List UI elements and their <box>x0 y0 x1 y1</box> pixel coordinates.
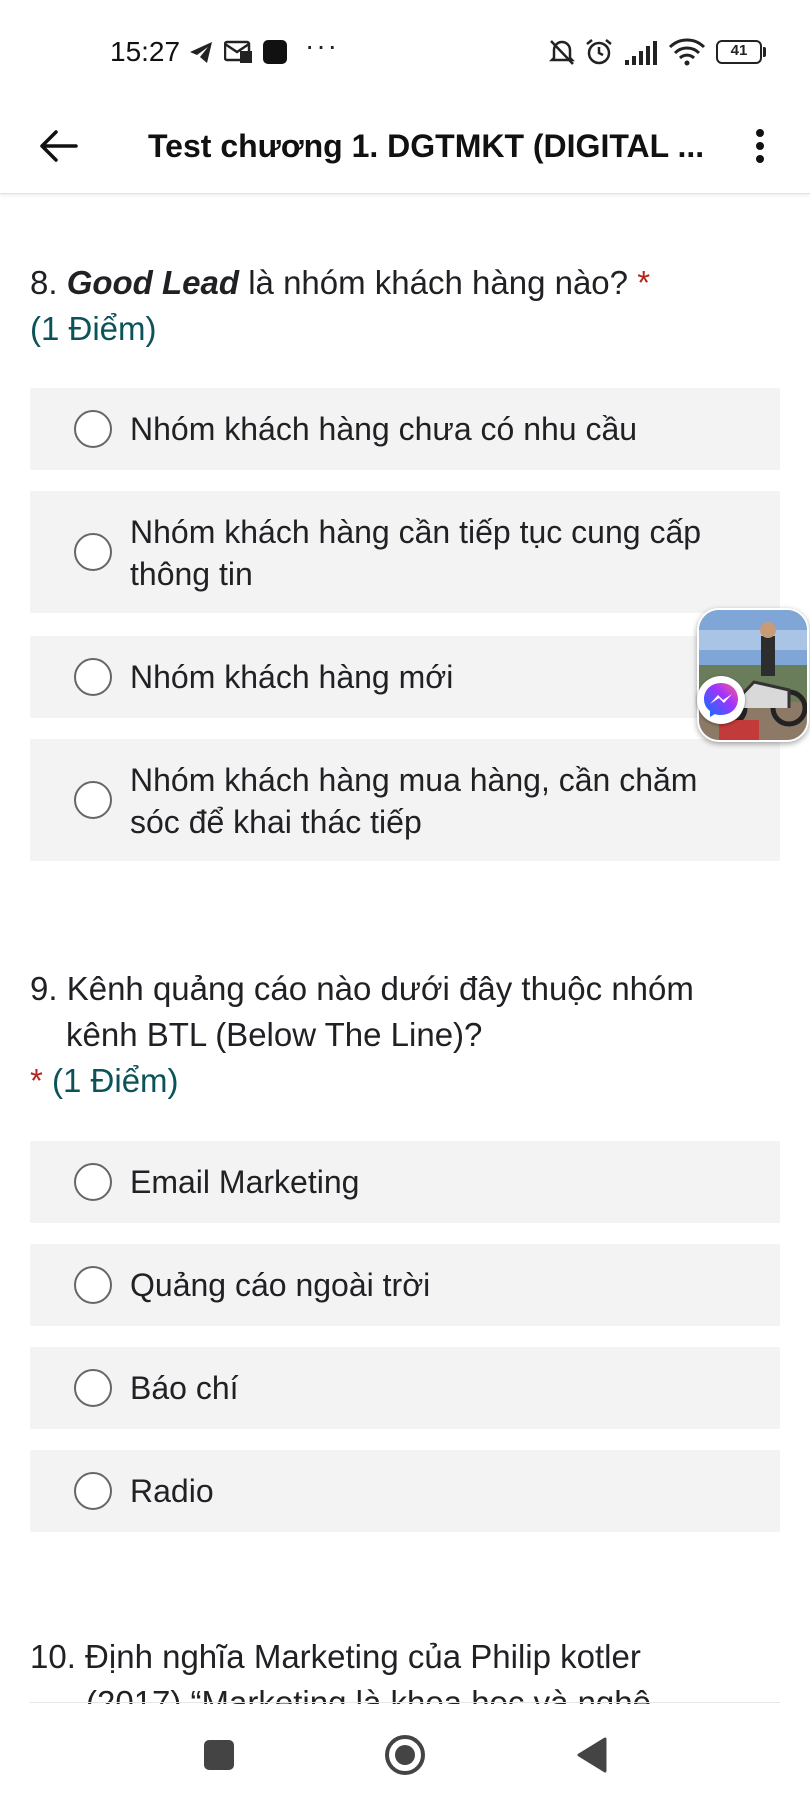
back-icon <box>577 1737 607 1773</box>
option-label: Nhóm khách hàng mới <box>130 659 454 695</box>
q9-option-3[interactable]: Báo chí <box>30 1347 780 1429</box>
question-9-number: 9. <box>30 970 58 1007</box>
radio-button[interactable] <box>74 658 112 696</box>
radio-button[interactable] <box>74 1163 112 1201</box>
app-square-icon <box>263 40 287 64</box>
question-10-number: 10. <box>30 1638 76 1675</box>
option-label: Nhóm khách hàng mua hàng, cần chăm sóc đ… <box>130 762 698 840</box>
app-bar: Test chương 1. DGTMKT (DIGITAL ... <box>0 100 810 194</box>
q8-option-2[interactable]: Nhóm khách hàng cần tiếp tục cung cấp th… <box>30 491 780 613</box>
question-10-text-continued: (2017) “Marketing là khoa học và nghệ <box>86 1684 651 1704</box>
required-asterisk: * <box>637 264 651 301</box>
signal-icon <box>625 41 657 65</box>
question-9-title: 9. Kênh quảng cáo nào dưới đây thuộc nhó… <box>30 966 750 1058</box>
form-title: Test chương 1. DGTMKT (DIGITAL ... <box>148 128 705 164</box>
divider <box>30 1702 780 1703</box>
arrow-left-icon <box>40 130 78 162</box>
question-8-points: (1 Điểm) <box>30 310 157 347</box>
radio-button[interactable] <box>74 410 112 448</box>
q9-option-2[interactable]: Quảng cáo ngoài trời <box>30 1244 780 1326</box>
home-icon <box>385 1735 425 1775</box>
status-bar: 15:27 ··· 41 <box>0 0 810 100</box>
option-label: Báo chí <box>130 1370 239 1406</box>
back-button[interactable] <box>30 118 86 174</box>
question-8-title: 8. Good Lead là nhóm khách hàng nào? * (… <box>30 260 750 352</box>
recent-apps-icon <box>204 1740 234 1770</box>
radio-button[interactable] <box>74 1472 112 1510</box>
question-10-text: Định nghĩa Marketing của Philip kotler <box>85 1638 641 1675</box>
option-label: Radio <box>130 1473 214 1509</box>
battery-level: 41 <box>730 42 748 59</box>
radio-button[interactable] <box>74 533 112 571</box>
q8-option-4[interactable]: Nhóm khách hàng mua hàng, cần chăm sóc đ… <box>30 739 780 861</box>
question-8-emphasis: Good Lead <box>66 264 240 301</box>
more-options-button[interactable] <box>740 118 780 174</box>
question-9-text: Kênh quảng cáo nào dưới đây thuộc nhóm k… <box>66 970 694 1053</box>
question-10-title: 10. Định nghĩa Marketing của Philip kotl… <box>30 1634 770 1680</box>
messenger-icon <box>697 676 745 724</box>
option-label: Nhóm khách hàng cần tiếp tục cung cấp th… <box>130 514 702 592</box>
question-9-meta: * (1 Điểm) <box>30 1058 179 1104</box>
screen: 15:27 ··· 41 Test chương 1. DGTMKT (DIGI… <box>0 0 810 1800</box>
q8-option-3[interactable]: Nhóm khách hàng mới <box>30 636 780 718</box>
radio-button[interactable] <box>74 1266 112 1304</box>
system-back-button[interactable] <box>566 1730 616 1780</box>
more-notifications-icon: ··· <box>305 30 339 61</box>
home-button[interactable] <box>380 1730 430 1780</box>
radio-button[interactable] <box>74 781 112 819</box>
battery-icon: 41 <box>716 40 766 64</box>
status-time: 15:27 <box>110 36 181 67</box>
option-label: Nhóm khách hàng chưa có nhu cầu <box>130 411 638 447</box>
question-8-text: là nhóm khách hàng nào? <box>239 264 629 301</box>
wifi-icon <box>668 38 706 66</box>
radio-button[interactable] <box>74 1369 112 1407</box>
q9-option-4[interactable]: Radio <box>30 1450 780 1532</box>
telegram-icon <box>190 42 212 63</box>
navigation-bar <box>0 1708 810 1800</box>
more-vertical-icon <box>756 129 764 163</box>
option-label: Quảng cáo ngoài trời <box>130 1267 431 1303</box>
option-label: Email Marketing <box>130 1164 360 1200</box>
q9-option-1[interactable]: Email Marketing <box>30 1141 780 1223</box>
required-asterisk: * <box>30 1062 43 1099</box>
question-8-number: 8. <box>30 264 58 301</box>
bell-muted-icon <box>548 40 576 65</box>
mail-icon <box>224 40 252 63</box>
question-9-points: (1 Điểm) <box>52 1062 179 1099</box>
alarm-icon <box>586 39 612 65</box>
q8-option-1[interactable]: Nhóm khách hàng chưa có nhu cầu <box>30 388 780 470</box>
recent-apps-button[interactable] <box>194 1730 244 1780</box>
